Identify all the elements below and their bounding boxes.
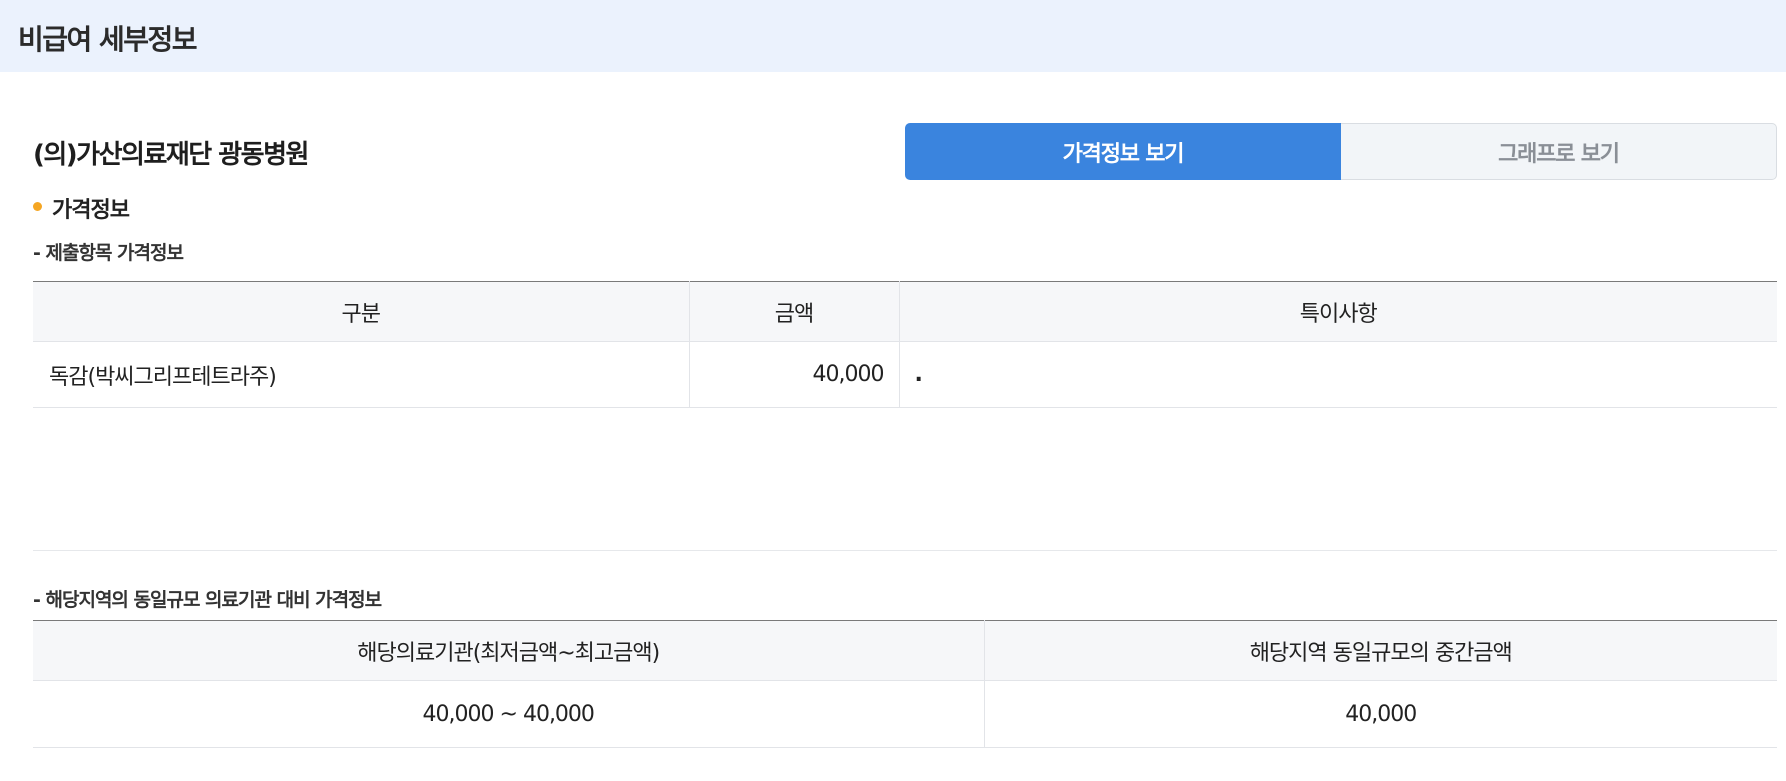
item-name: 독감(박씨그리프테트라주) [33, 341, 689, 408]
institution-price-range: 40,000 ~ 40,000 [33, 680, 984, 748]
table-row: 40,000 ~ 40,000 40,000 [33, 680, 1777, 748]
item-note: . [898, 341, 1777, 408]
column-header-note: 특이사항 [898, 281, 1777, 342]
tab-graph-view[interactable]: 그래프로 보기 [1341, 123, 1777, 180]
column-header-regional-median: 해당지역 동일규모의 중간금액 [983, 620, 1777, 681]
comparison-label: - 해당지역의 동일규모 의료기관 대비 가격정보 [33, 589, 382, 611]
comparison-price-table: 해당의료기관(최저금액~최고금액) 해당지역 동일규모의 중간금액 40,000… [33, 620, 1777, 748]
submitted-price-table: 구분 금액 특이사항 독감(박씨그리프테트라주) 40,000 . [33, 281, 1777, 408]
table-header-row: 구분 금액 특이사항 [33, 281, 1777, 342]
section-title: 가격정보 [52, 198, 130, 223]
column-header-category: 구분 [33, 281, 689, 342]
column-header-amount: 금액 [688, 281, 899, 342]
header-bar: 비급여 세부정보 [0, 0, 1786, 72]
page-title: 비급여 세부정보 [18, 23, 198, 56]
view-tabs: 가격정보 보기 그래프로 보기 [905, 123, 1777, 180]
column-header-institution-range: 해당의료기관(최저금액~최고금액) [33, 620, 984, 681]
table-row: 독감(박씨그리프테트라주) 40,000 . [33, 341, 1777, 408]
submitted-items-label: - 제출항목 가격정보 [33, 242, 184, 264]
bullet-icon [33, 202, 42, 211]
table-header-row: 해당의료기관(최저금액~최고금액) 해당지역 동일규모의 중간금액 [33, 620, 1777, 681]
regional-median-price: 40,000 [983, 680, 1777, 748]
tab-price-info[interactable]: 가격정보 보기 [905, 123, 1341, 180]
hospital-name: (의)가산의료재단 광동병원 [33, 140, 309, 170]
section-divider [33, 550, 1777, 551]
item-amount: 40,000 [688, 341, 899, 408]
